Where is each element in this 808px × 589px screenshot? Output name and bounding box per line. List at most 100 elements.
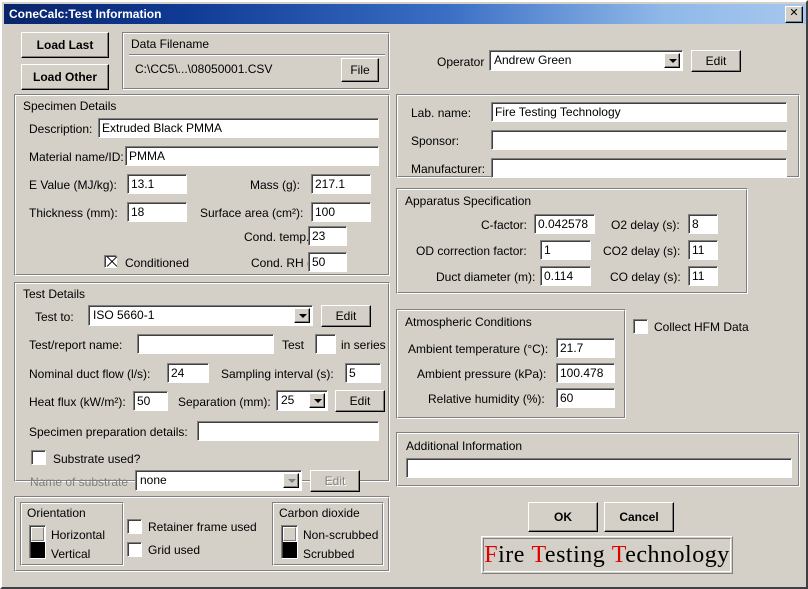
orientation-toggle-thumb (31, 527, 44, 541)
orientation-toggle-fill (31, 542, 45, 558)
dialog-window: ConeCalc:Test Information ✕ Load Last Lo… (0, 0, 808, 589)
lab-name-input[interactable]: Fire Testing Technology (491, 102, 787, 122)
chevron-down-icon[interactable] (294, 308, 310, 323)
e-value-input[interactable]: 13.1 (127, 174, 187, 194)
collect-hfm-checkbox[interactable] (633, 319, 648, 334)
orientation-title: Orientation (27, 506, 86, 520)
load-other-button[interactable]: Load Other (21, 64, 109, 90)
operator-combo[interactable]: Andrew Green (489, 50, 683, 71)
test-to-label: Test to: (35, 310, 74, 324)
separation-value: 25 (281, 392, 294, 408)
test-to-combo[interactable]: ISO 5660-1 (88, 305, 313, 326)
carbon-dioxide-title: Carbon dioxide (279, 506, 360, 520)
duct-flow-label: Nominal duct flow (l/s): (29, 367, 150, 381)
test-to-value: ISO 5660-1 (93, 307, 154, 323)
orientation-group: Orientation Horizontal Vertical (20, 502, 124, 566)
ambient-pressure-input[interactable]: 100.478 (556, 363, 615, 383)
ok-button[interactable]: OK (528, 502, 598, 532)
description-label: Description: (29, 122, 92, 136)
operator-label: Operator (437, 55, 484, 69)
cancel-button[interactable]: Cancel (604, 502, 674, 532)
material-name-input[interactable]: PMMA (125, 146, 379, 166)
load-last-button[interactable]: Load Last (21, 32, 109, 58)
mass-input[interactable]: 217.1 (311, 174, 371, 194)
report-name-input[interactable] (137, 334, 274, 354)
relative-humidity-label: Relative humidity (%): (428, 392, 545, 406)
chevron-down-icon[interactable] (664, 53, 680, 68)
test-to-edit-button[interactable]: Edit (321, 305, 371, 327)
carbon-dioxide-option-scrubbed[interactable]: Scrubbed (303, 547, 354, 561)
logo-letter-t1: T (531, 542, 544, 568)
ambient-temperature-input[interactable]: 21.7 (556, 338, 615, 358)
sampling-interval-input[interactable]: 5 (345, 363, 381, 383)
description-input[interactable]: Extruded Black PMMA (98, 118, 379, 138)
file-browse-button[interactable]: File (341, 58, 379, 82)
heat-flux-label: Heat flux (kW/m²): (29, 395, 126, 409)
separation-edit-button[interactable]: Edit (335, 390, 385, 412)
duct-diameter-input[interactable]: 0.114 (540, 266, 591, 286)
test-details-group: Test Details Test to: ISO 5660-1 Edit Te… (14, 282, 390, 482)
logo-letter-f: F (484, 542, 498, 568)
conditioned-checkbox[interactable] (104, 255, 117, 268)
separation-combo[interactable]: 25 (276, 390, 328, 411)
thickness-input[interactable]: 18 (127, 202, 187, 222)
orientation-option-horizontal[interactable]: Horizontal (51, 528, 105, 542)
grid-used-checkbox[interactable] (127, 542, 142, 557)
thickness-label: Thickness (mm): (29, 206, 118, 220)
co-delay-input[interactable]: 11 (688, 266, 718, 286)
od-correction-input[interactable]: 1 (540, 240, 591, 260)
manufacturer-input[interactable] (491, 158, 787, 178)
divider (129, 54, 385, 56)
surface-area-input[interactable]: 100 (311, 202, 371, 222)
sponsor-input[interactable] (491, 130, 787, 150)
carbon-dioxide-toggle-fill (283, 542, 297, 558)
test-number-input[interactable] (315, 334, 336, 354)
heat-flux-input[interactable]: 50 (133, 391, 168, 411)
substrate-edit-button: Edit (310, 470, 360, 492)
operator-value: Andrew Green (494, 52, 571, 68)
carbon-dioxide-toggle[interactable] (281, 525, 298, 559)
additional-info-input[interactable] (406, 458, 792, 478)
duct-diameter-label: Duct diameter (m): (436, 270, 535, 284)
prep-details-input[interactable] (197, 421, 379, 441)
test-details-title: Test Details (23, 287, 85, 301)
duct-flow-input[interactable]: 24 (167, 363, 209, 383)
chevron-down-icon[interactable] (309, 393, 325, 408)
orientation-toggle[interactable] (29, 525, 46, 559)
company-logo: Fire Testing Technology (481, 536, 733, 574)
mass-label: Mass (g): (250, 178, 300, 192)
relative-humidity-input[interactable]: 60 (556, 388, 615, 408)
logo-letter-t2: T (612, 542, 625, 568)
atmospheric-group: Atmospheric Conditions Ambient temperatu… (396, 309, 626, 419)
retainer-frame-checkbox[interactable] (127, 519, 142, 534)
lab-info-group: Lab. name: Fire Testing Technology Spons… (396, 94, 800, 178)
substrate-name-combo[interactable]: none (135, 470, 302, 491)
cond-temp-input[interactable]: 23 (308, 226, 347, 246)
additional-info-title: Additional Information (406, 439, 522, 453)
carbon-dioxide-toggle-thumb (283, 527, 296, 541)
collect-hfm-label: Collect HFM Data (654, 320, 749, 334)
chevron-down-icon[interactable] (283, 473, 299, 488)
c-factor-input[interactable]: 0.042578 (534, 214, 595, 234)
o2-delay-input[interactable]: 8 (688, 214, 718, 234)
lab-name-label: Lab. name: (411, 106, 471, 120)
company-logo-text: Fire Testing Technology (484, 542, 729, 569)
co2-delay-input[interactable]: 11 (688, 240, 718, 260)
surface-area-label: Surface area (cm²): (200, 206, 303, 220)
close-icon[interactable]: ✕ (785, 6, 803, 23)
carbon-dioxide-group: Carbon dioxide Non-scrubbed Scrubbed (272, 502, 384, 566)
o2-delay-label: O2 delay (s): (611, 218, 680, 232)
dialog-client-area: Load Last Load Other Data Filename C:\CC… (4, 24, 806, 587)
report-name-label: Test/report name: (29, 338, 122, 352)
test-word-label: Test (282, 338, 304, 352)
sampling-interval-label: Sampling interval (s): (221, 367, 334, 381)
substrate-used-label: Substrate used? (53, 452, 140, 466)
substrate-name-label: Name of substrate (30, 475, 128, 489)
cond-rh-input[interactable]: 50 (308, 252, 347, 272)
carbon-dioxide-option-non-scrubbed[interactable]: Non-scrubbed (303, 528, 378, 542)
substrate-used-checkbox[interactable] (31, 450, 46, 465)
specimen-details-title: Specimen Details (23, 99, 116, 113)
c-factor-label: C-factor: (481, 218, 527, 232)
orientation-option-vertical[interactable]: Vertical (51, 547, 90, 561)
operator-edit-button[interactable]: Edit (691, 50, 741, 72)
